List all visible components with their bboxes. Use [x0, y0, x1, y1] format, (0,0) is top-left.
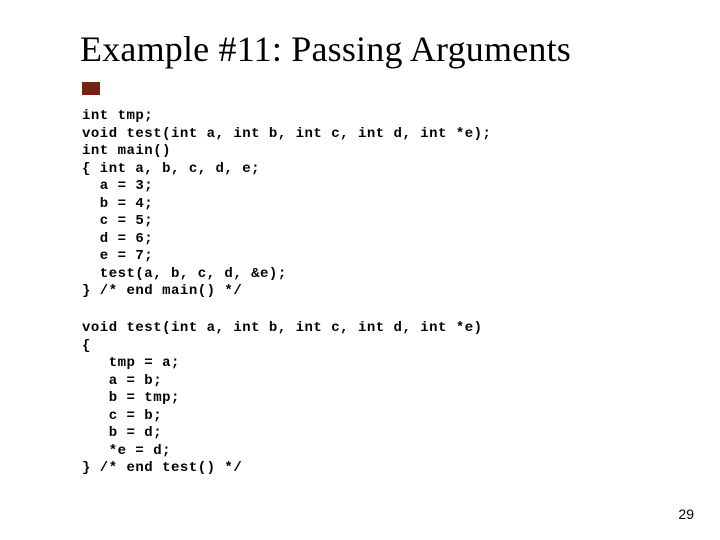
- code-block-main: int tmp; void test(int a, int b, int c, …: [82, 108, 491, 301]
- slide-title: Example #11: Passing Arguments: [80, 28, 571, 70]
- accent-decoration: [82, 82, 100, 95]
- page-number: 29: [678, 506, 694, 522]
- code-block-test: void test(int a, int b, int c, int d, in…: [82, 320, 483, 478]
- slide-container: Example #11: Passing Arguments int tmp; …: [0, 0, 720, 540]
